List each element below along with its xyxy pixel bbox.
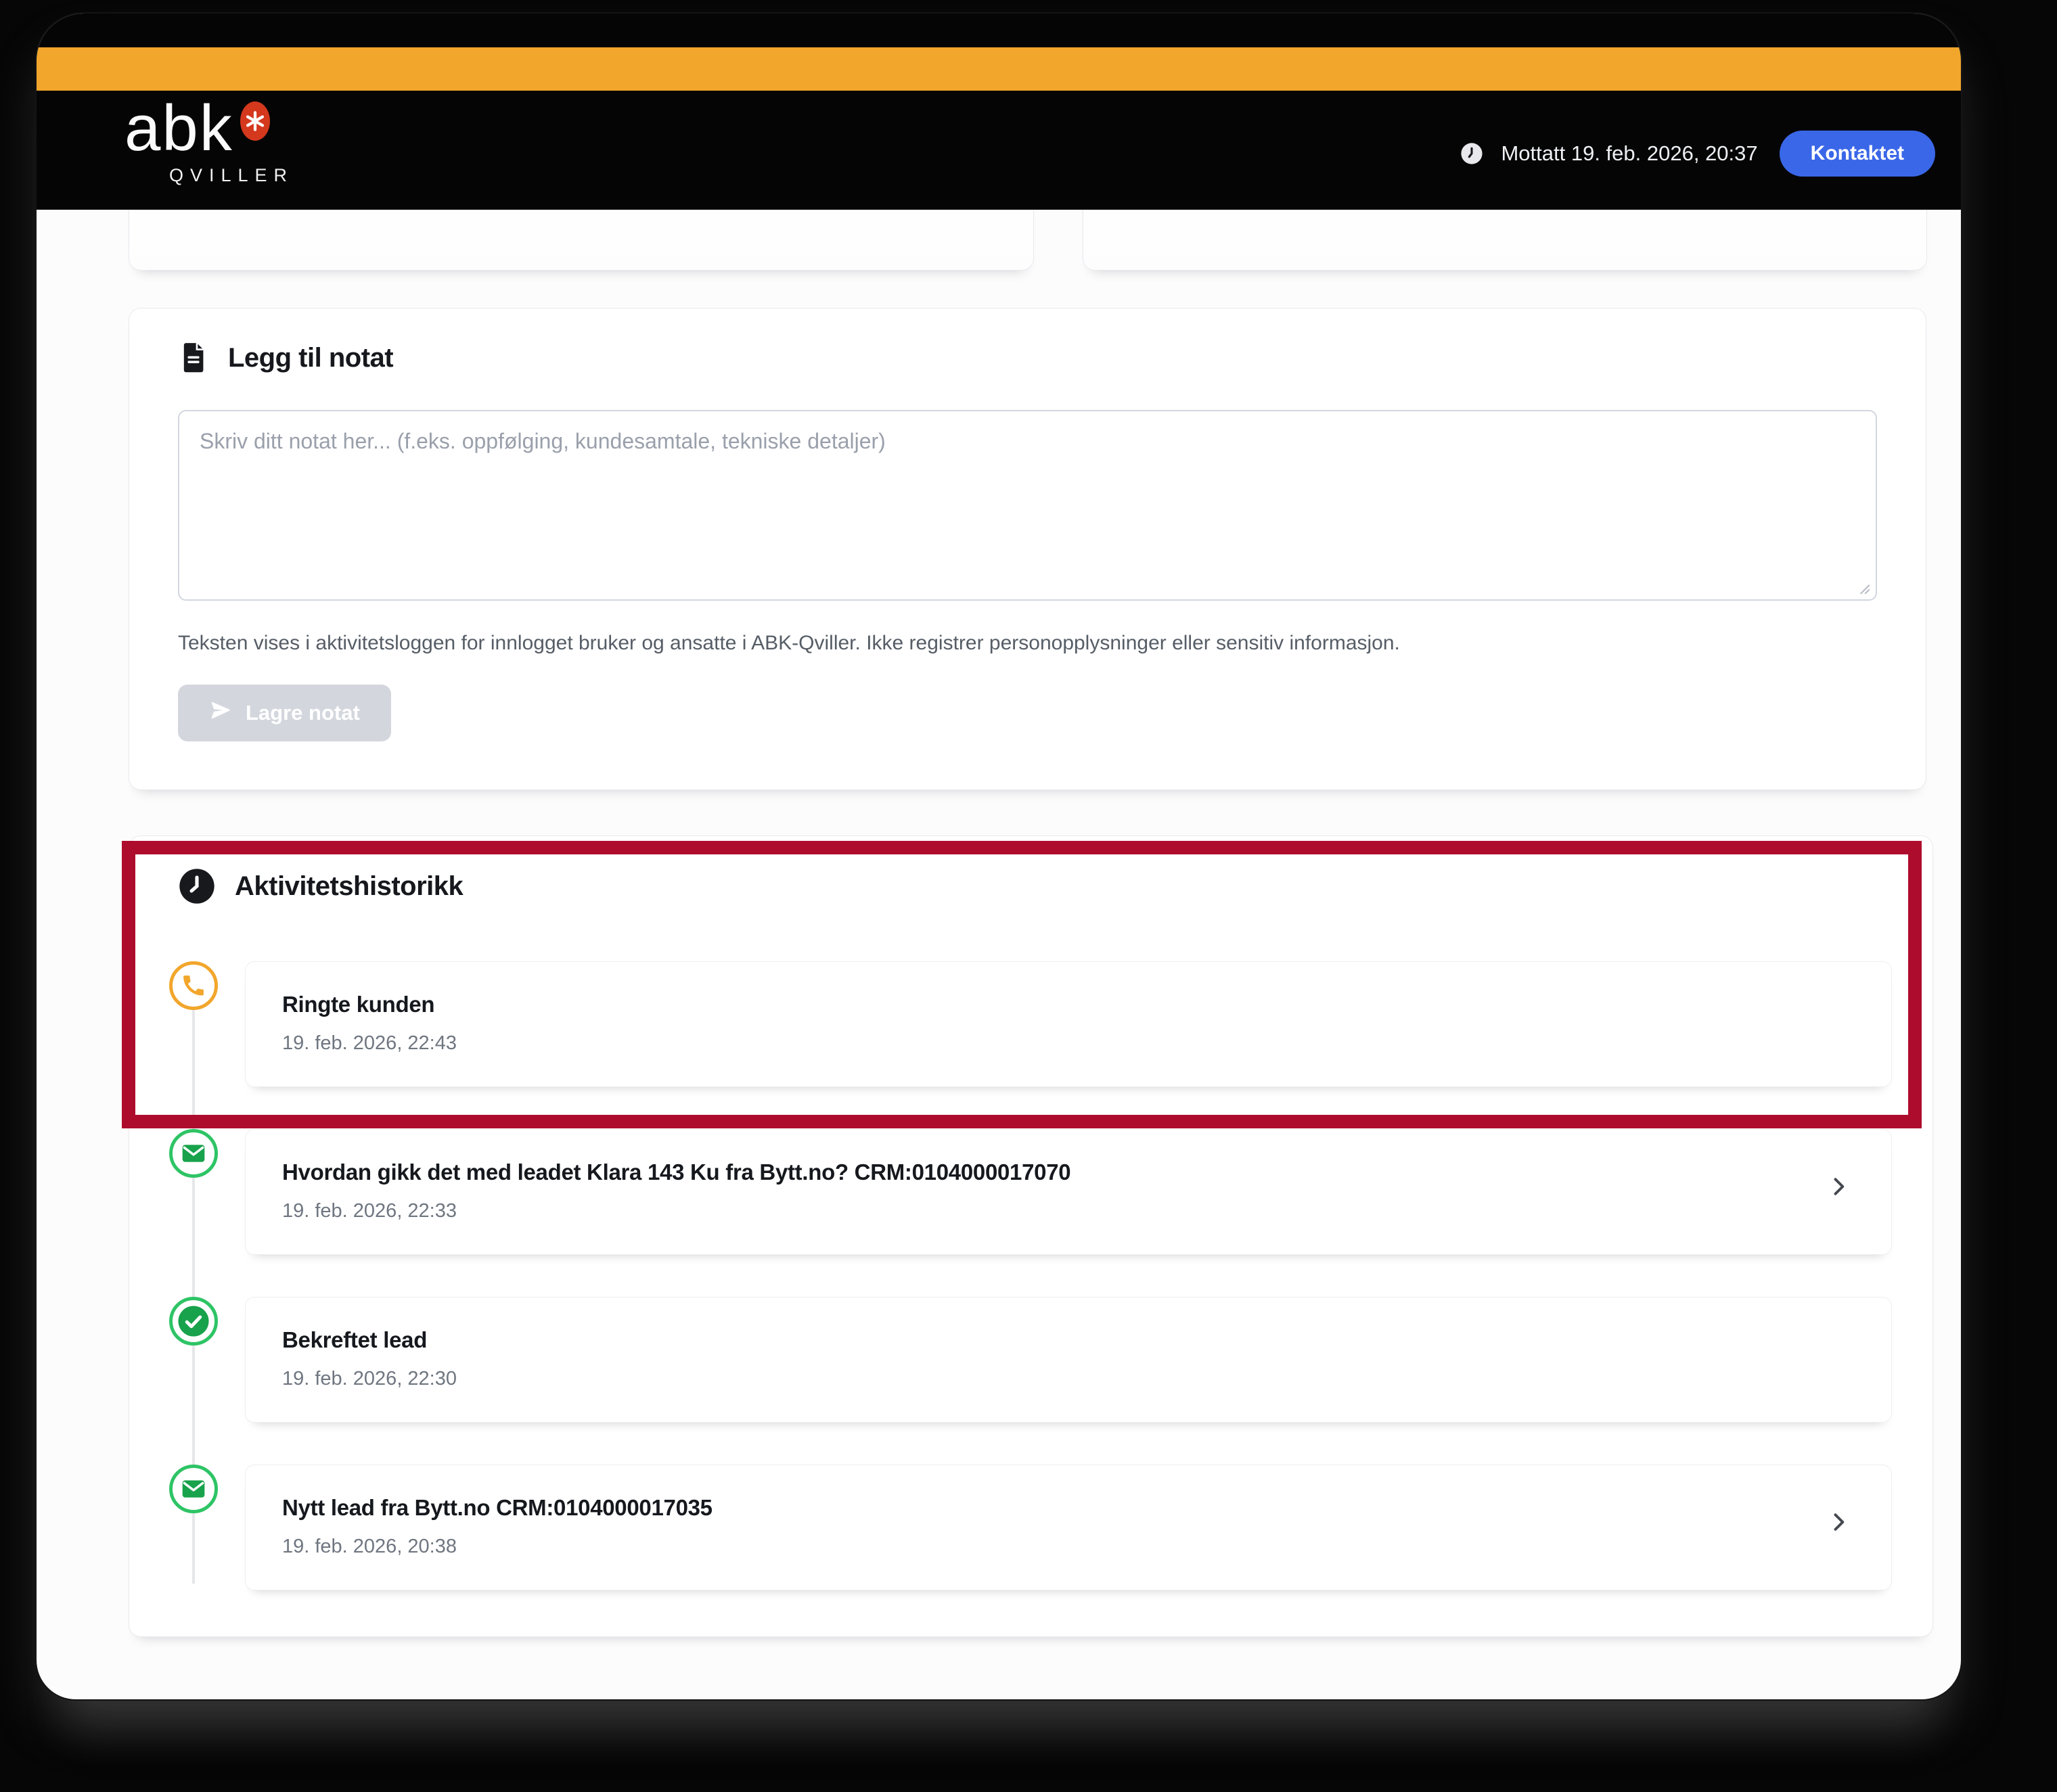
activity-item: Bekreftet lead 19. feb. 2026, 22:30	[245, 1297, 1892, 1423]
activity-card: Aktivitetshistorikk Ringte kunden 19. feb…	[129, 835, 1933, 1637]
chevron-right-icon	[1826, 1510, 1851, 1538]
activity-item-title: Nytt lead fra Bytt.no CRM:0104000017035	[282, 1495, 1806, 1521]
activity-row: Ringte kunden 19. feb. 2026, 22:43	[169, 961, 1892, 1087]
note-title: Legg til notat	[228, 343, 393, 373]
status-button[interactable]: Kontaktet	[1780, 131, 1935, 177]
brand-subtitle: QVILLER	[169, 165, 294, 186]
activity-item: Ringte kunden 19. feb. 2026, 22:43	[245, 961, 1892, 1087]
clock-icon	[1460, 142, 1483, 165]
activity-item-timestamp: 19. feb. 2026, 22:43	[282, 1032, 1851, 1055]
mail-icon	[169, 1129, 218, 1178]
orange-accent-bar	[37, 47, 1961, 91]
activity-item-title: Bekreftet lead	[282, 1327, 1851, 1353]
activity-item-title: Hvordan gikk det med leadet Klara 143 Ku…	[282, 1159, 1806, 1185]
note-input[interactable]	[178, 410, 1877, 601]
chevron-right-icon	[1826, 1174, 1851, 1202]
activity-row: Bekreftet lead 19. feb. 2026, 22:30	[169, 1297, 1892, 1423]
note-icon	[178, 340, 209, 376]
save-note-button[interactable]: Lagre notat	[178, 685, 391, 741]
app-page: abk QVILLER Mottatt 19. feb. 2026, 20:37…	[37, 14, 1961, 1699]
activity-item-timestamp: 19. feb. 2026, 22:30	[282, 1368, 1851, 1390]
brand-logo[interactable]: abk QVILLER	[125, 96, 294, 186]
activity-item-title: Ringte kunden	[282, 992, 1851, 1017]
brand-name: abk	[125, 96, 233, 161]
check-icon	[169, 1297, 218, 1346]
activity-item-timestamp: 19. feb. 2026, 20:38	[282, 1536, 1806, 1558]
note-card: Legg til notat Teksten vises i aktivitet…	[129, 308, 1926, 790]
activity-item-timestamp: 19. feb. 2026, 22:33	[282, 1200, 1806, 1222]
activity-item[interactable]: Nytt lead fra Bytt.no CRM:0104000017035 1…	[245, 1465, 1892, 1590]
mail-icon	[169, 1465, 218, 1513]
activity-item[interactable]: Hvordan gikk det med leadet Klara 143 Ku…	[245, 1129, 1892, 1255]
activity-row: Nytt lead fra Bytt.no CRM:0104000017035 1…	[169, 1465, 1892, 1590]
navbar: abk QVILLER Mottatt 19. feb. 2026, 20:37…	[37, 14, 1961, 210]
navbar-right: Mottatt 19. feb. 2026, 20:37 Kontaktet	[1460, 130, 1935, 177]
phone-icon	[169, 961, 218, 1010]
send-icon	[209, 699, 232, 727]
save-note-label: Lagre notat	[246, 701, 360, 725]
activity-row: Hvordan gikk det med leadet Klara 143 Ku…	[169, 1129, 1892, 1255]
note-helper-text: Teksten vises i aktivitetsloggen for inn…	[178, 630, 1877, 658]
asterisk-logo-icon	[240, 101, 270, 141]
history-clock-icon	[178, 867, 216, 905]
received-timestamp: Mottatt 19. feb. 2026, 20:37	[1501, 141, 1757, 166]
activity-list: Ringte kunden 19. feb. 2026, 22:43 Hvordan…	[169, 961, 1892, 1590]
activity-title: Aktivitetshistorikk	[235, 871, 463, 902]
